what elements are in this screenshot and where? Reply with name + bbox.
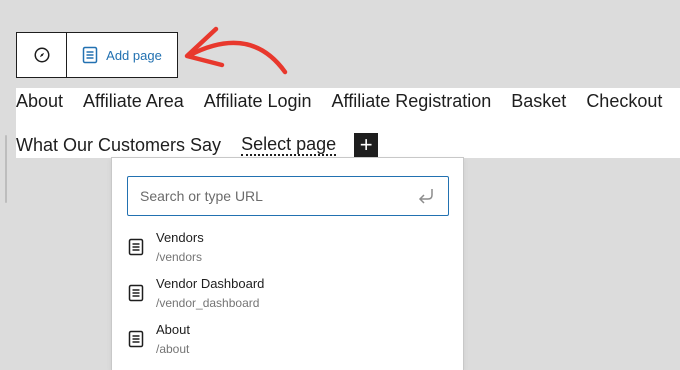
nav-link[interactable]: Affiliate Area bbox=[83, 91, 184, 112]
page-icon bbox=[128, 238, 144, 256]
page-icon bbox=[128, 330, 144, 348]
search-result-item[interactable]: Vendors /vendors bbox=[128, 228, 450, 274]
nav-link[interactable]: Basket bbox=[511, 91, 566, 112]
navigation-block: About Affiliate Area Affiliate Login Aff… bbox=[16, 88, 680, 158]
page-icon bbox=[128, 284, 144, 302]
compass-icon bbox=[34, 47, 49, 63]
nav-link[interactable]: About bbox=[16, 91, 63, 112]
add-block-button[interactable]: + bbox=[354, 132, 379, 157]
result-path: /vendors bbox=[156, 250, 203, 264]
nav-link[interactable]: Affiliate Login bbox=[204, 91, 312, 112]
search-result-item[interactable]: Vendor Dashboard /vendor_dashboard bbox=[128, 274, 450, 320]
result-title: Vendors bbox=[156, 230, 204, 245]
search-box bbox=[127, 176, 449, 216]
annotation-arrow bbox=[184, 26, 288, 75]
nav-link[interactable]: Checkout bbox=[586, 91, 662, 112]
navigation-button[interactable] bbox=[17, 33, 67, 77]
plus-icon: + bbox=[359, 132, 373, 157]
search-result-item[interactable]: About /about bbox=[128, 320, 450, 366]
nav-row-2: What Our Customers Say Select page + bbox=[16, 132, 379, 158]
link-search-popover: Vendors /vendors Vendor Dashboard /vendo… bbox=[111, 157, 464, 370]
nav-row-1: About Affiliate Area Affiliate Login Aff… bbox=[16, 88, 680, 114]
result-title: About bbox=[156, 322, 190, 337]
edge-indicator bbox=[5, 135, 7, 203]
result-path: /about bbox=[156, 342, 190, 356]
nav-link[interactable]: What Our Customers Say bbox=[16, 135, 221, 156]
enter-icon[interactable] bbox=[416, 187, 436, 205]
nav-link[interactable]: Affiliate Registration bbox=[332, 91, 492, 112]
search-results: Vendors /vendors Vendor Dashboard /vendo… bbox=[128, 228, 450, 366]
add-page-label: Add page bbox=[106, 47, 162, 63]
block-toolbar: Add page bbox=[16, 32, 178, 78]
page-icon bbox=[82, 46, 98, 64]
result-title: Vendor Dashboard bbox=[156, 276, 265, 291]
search-input[interactable] bbox=[140, 188, 416, 204]
result-path: /vendor_dashboard bbox=[156, 296, 260, 310]
select-page-link[interactable]: Select page bbox=[241, 134, 337, 156]
add-page-button[interactable]: Add page bbox=[67, 33, 177, 77]
